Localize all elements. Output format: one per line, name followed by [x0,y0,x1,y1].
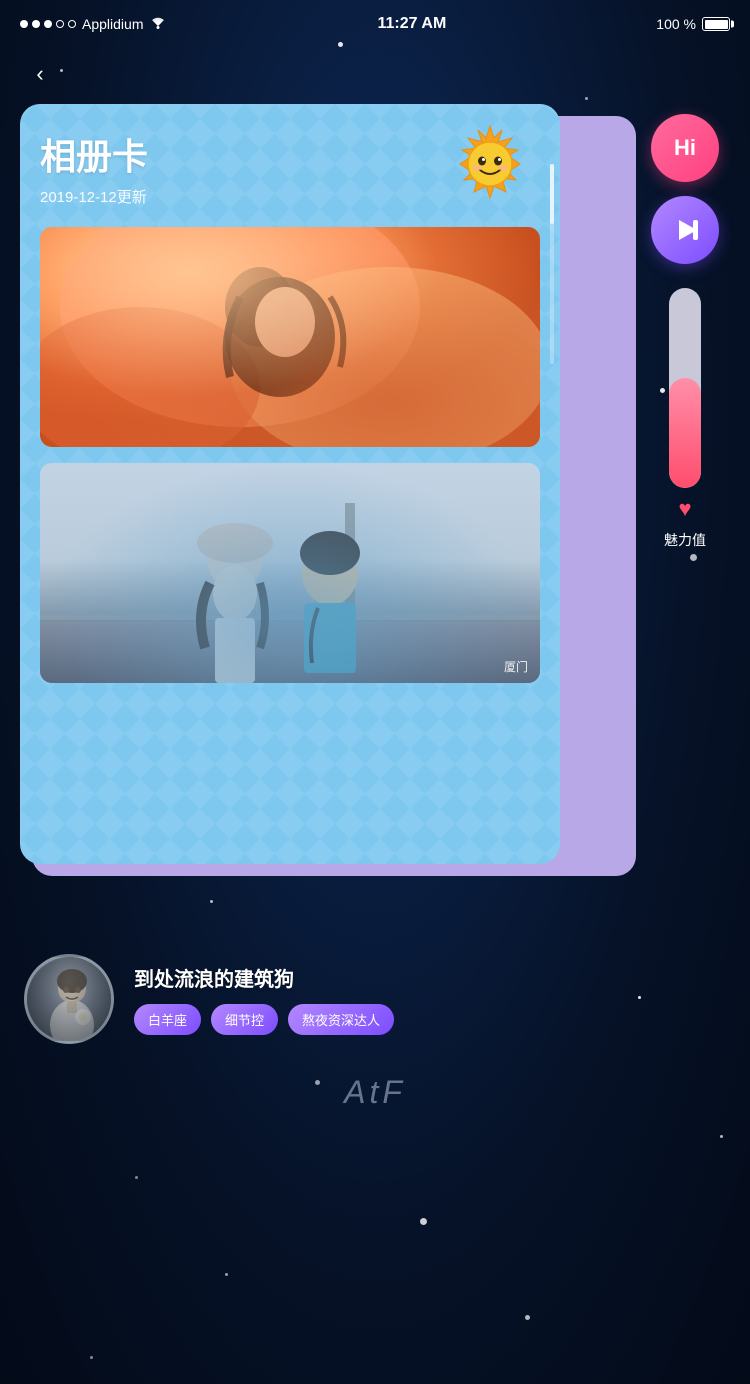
carrier-name: Applidium [82,16,143,32]
user-name: 到处流浪的建筑狗 [134,963,726,992]
play-icon [669,214,701,246]
wifi-icon [149,15,167,34]
charm-label: 魅力值 [664,530,706,550]
battery-percent: 100 % [656,16,696,32]
time-display: 11:27 AM [378,15,447,33]
avatar-image [27,957,114,1044]
tag-aries[interactable]: 白羊座 [134,1004,201,1035]
photo-1 [40,227,540,447]
album-card[interactable]: 相册卡 2019-12-12更新 [20,104,560,864]
album-area: 相册卡 2019-12-12更新 [20,104,624,864]
photo-label: 厦门 [504,658,528,675]
tag-detail[interactable]: 细节控 [211,1004,278,1035]
user-avatar [24,954,114,1044]
dot-5 [68,20,76,28]
footer-area: AtF [0,1064,750,1121]
tag-night[interactable]: 熬夜资深达人 [288,1004,394,1035]
card-date: 2019-12-12更新 [40,186,540,207]
main-content: 相册卡 2019-12-12更新 [0,104,750,864]
atf-text: AtF [10,1074,740,1111]
dot-1 [20,20,28,28]
dot-3 [44,20,52,28]
signal-dots [20,20,76,28]
status-bar: Applidium 11:27 AM 100 % [0,0,750,44]
charm-meter: ♥ 魅力值 [664,288,706,550]
card-scrollbar-thumb [550,164,554,224]
user-tags: 白羊座 细节控 熬夜资深达人 [134,1004,726,1035]
photo-2: 厦门 [40,463,540,683]
back-button[interactable]: ‹ [20,54,60,94]
dot-2 [32,20,40,28]
user-section: 到处流浪的建筑狗 白羊座 细节控 熬夜资深达人 [0,924,750,1064]
status-right: 100 % [656,16,730,32]
meter-track [669,288,701,488]
meter-fill [669,378,701,488]
play-button[interactable] [651,196,719,264]
dot-4 [56,20,64,28]
charm-heart-icon: ♥ [678,496,691,522]
back-chevron: ‹ [36,61,43,87]
right-sidebar: Hi ♥ 魅力值 [640,104,730,550]
hi-button[interactable]: Hi [651,114,719,182]
status-left: Applidium [20,15,167,34]
battery-fill [705,20,728,29]
hi-label: Hi [674,135,696,161]
card-scrollbar[interactable] [550,164,554,364]
user-info: 到处流浪的建筑狗 白羊座 细节控 熬夜资深达人 [134,963,726,1035]
battery-indicator [702,17,730,31]
battery-bar [702,17,730,31]
